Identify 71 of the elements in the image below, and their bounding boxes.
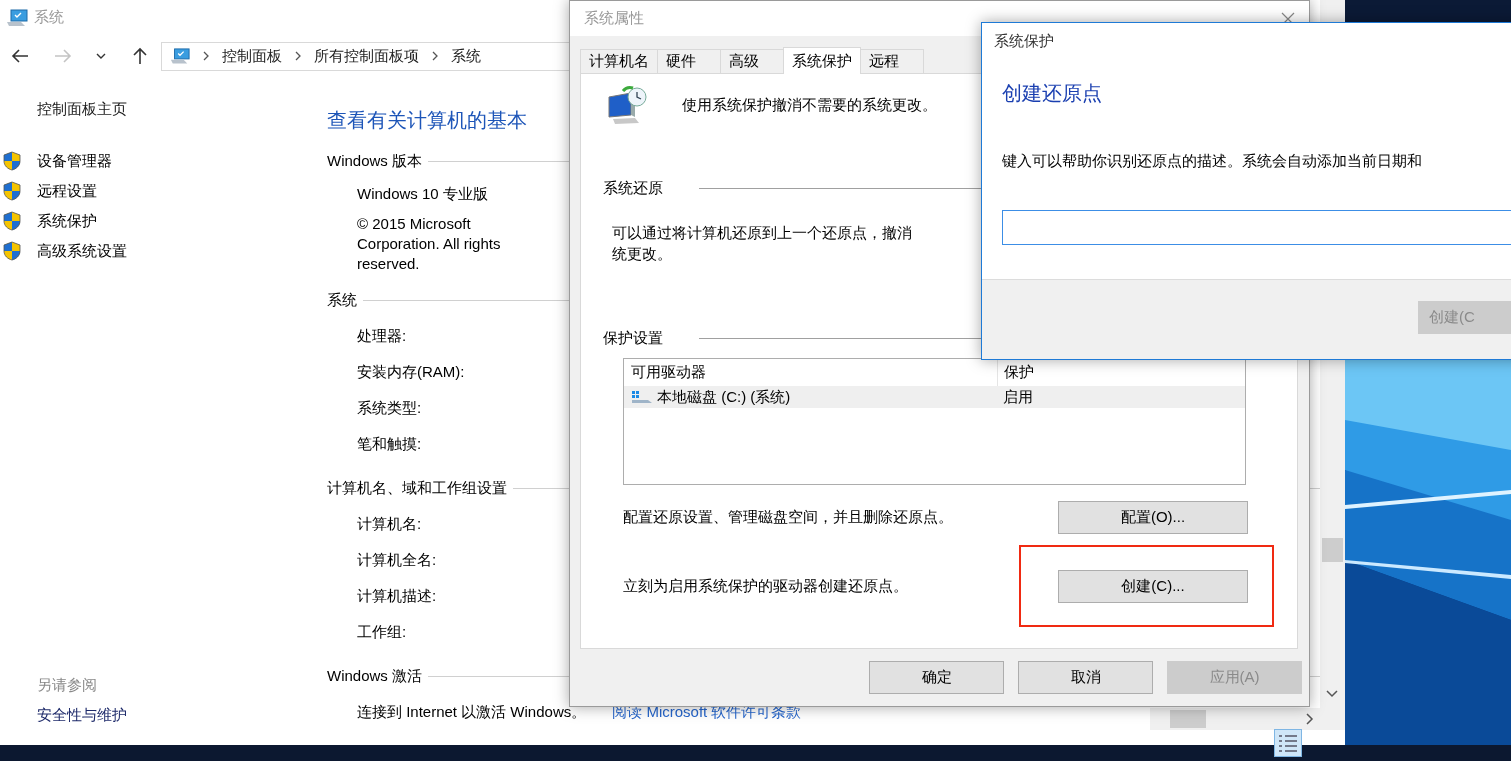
drive-name: 本地磁盘 (C:) (系统) xyxy=(657,387,791,407)
sidebar-link[interactable]: 控制面板主页 xyxy=(37,99,127,119)
configure-button[interactable]: 配置(O)... xyxy=(1058,501,1248,534)
dialog-button[interactable]: 取消 xyxy=(1018,661,1153,694)
info-label: 安装内存(RAM): xyxy=(357,361,465,382)
shield-icon xyxy=(3,211,21,231)
chevron-right-icon xyxy=(431,51,440,61)
description-text: 键入可以帮助你识别还原点的描述。系统会自动添加当前日期和 xyxy=(1002,151,1422,171)
drive-row[interactable]: 本地磁盘 (C:) (系统) 启用 xyxy=(624,386,1245,408)
group-title: 保护设置 xyxy=(603,328,663,348)
dialog-heading: 创建还原点 xyxy=(1002,81,1102,106)
info-text: Windows 10 专业版 xyxy=(357,184,489,204)
chevron-right-icon xyxy=(202,51,211,61)
section-title: 计算机名、域和工作组设置 xyxy=(327,478,507,498)
shield-icon xyxy=(3,241,21,261)
breadcrumb-item[interactable]: 控制面板 xyxy=(222,46,283,66)
drive-icon xyxy=(631,390,653,404)
breadcrumb-item[interactable]: 系统 xyxy=(451,46,482,66)
computer-icon xyxy=(170,47,191,65)
tab[interactable]: 远程 xyxy=(860,49,924,73)
back-arrow-icon xyxy=(10,49,29,63)
sidebar-link[interactable]: 远程设置 xyxy=(37,181,97,201)
restore-text: 可以通过将计算机还原到上一个还原点，撤消 xyxy=(612,223,912,243)
scroll-thumb[interactable] xyxy=(1322,538,1343,562)
computer-icon xyxy=(6,8,28,27)
sidebar-link[interactable]: 设备管理器 xyxy=(37,151,112,171)
window-title: 系统 xyxy=(34,8,64,27)
info-label: 计算机描述: xyxy=(357,585,437,606)
monitor-clock-icon xyxy=(605,85,649,125)
shield-icon xyxy=(3,181,21,201)
chevron-right-icon xyxy=(294,51,303,61)
chevron-right-icon[interactable] xyxy=(1306,713,1314,725)
scrollbar[interactable] xyxy=(1150,708,1320,730)
section-title: Windows 激活 xyxy=(327,666,423,686)
shield-icon xyxy=(3,151,21,171)
section-title: 系统 xyxy=(327,290,357,310)
chevron-down-icon xyxy=(96,53,107,59)
create-text: 立刻为启用系统保护的驱动器创建还原点。 xyxy=(623,577,908,596)
intro-text: 使用系统保护撤消不需要的系统更改。 xyxy=(682,95,937,115)
dialog-title: 系统保护 xyxy=(994,31,1054,51)
dialog-title: 系统属性 xyxy=(584,9,644,28)
scroll-thumb[interactable] xyxy=(1170,710,1206,728)
info-label: 计算机全名: xyxy=(357,549,437,570)
dialog-button[interactable]: 确定 xyxy=(869,661,1004,694)
info-label: 系统类型: xyxy=(357,397,422,418)
chevron-down-icon[interactable] xyxy=(1326,690,1338,698)
up-arrow-icon xyxy=(132,47,147,65)
tab[interactable]: 系统保护 xyxy=(783,47,861,74)
tab[interactable]: 计算机名 xyxy=(580,49,658,73)
page-heading: 查看有关计算机的基本 xyxy=(327,108,527,133)
sidebar-link[interactable]: 系统保护 xyxy=(37,211,97,231)
forward-arrow-icon xyxy=(53,49,72,63)
section-title: Windows 版本 xyxy=(327,151,423,171)
breadcrumb-item[interactable]: 所有控制面板项 xyxy=(314,46,420,66)
info-label: 笔和触摸: xyxy=(357,433,422,454)
see-also-title: 另请参阅 xyxy=(37,675,97,695)
description-input[interactable] xyxy=(1002,210,1511,245)
protection-status: 启用 xyxy=(1003,387,1033,407)
group-title: 系统还原 xyxy=(603,178,663,198)
create-button[interactable]: 创建(C)... xyxy=(1058,570,1248,603)
sidebar-link[interactable]: 高级系统设置 xyxy=(37,241,127,261)
info-label: 处理器: xyxy=(357,325,407,346)
info-label: 计算机名: xyxy=(357,513,422,534)
info-text: © 2015 Microsoft Corporation. All rights reserved. xyxy=(357,214,502,274)
column-header[interactable]: 可用驱动器 xyxy=(624,363,997,382)
sidebar-link[interactable]: 安全性与维护 xyxy=(37,705,127,725)
activation-text: 连接到 Internet 以激活 Windows。 xyxy=(357,702,587,722)
details-view-icon[interactable] xyxy=(1274,729,1302,757)
info-label: 工作组: xyxy=(357,621,407,642)
restore-text: 统更改。 xyxy=(612,244,672,264)
configure-text: 配置还原设置、管理磁盘空间，并且删除还原点。 xyxy=(623,508,953,527)
